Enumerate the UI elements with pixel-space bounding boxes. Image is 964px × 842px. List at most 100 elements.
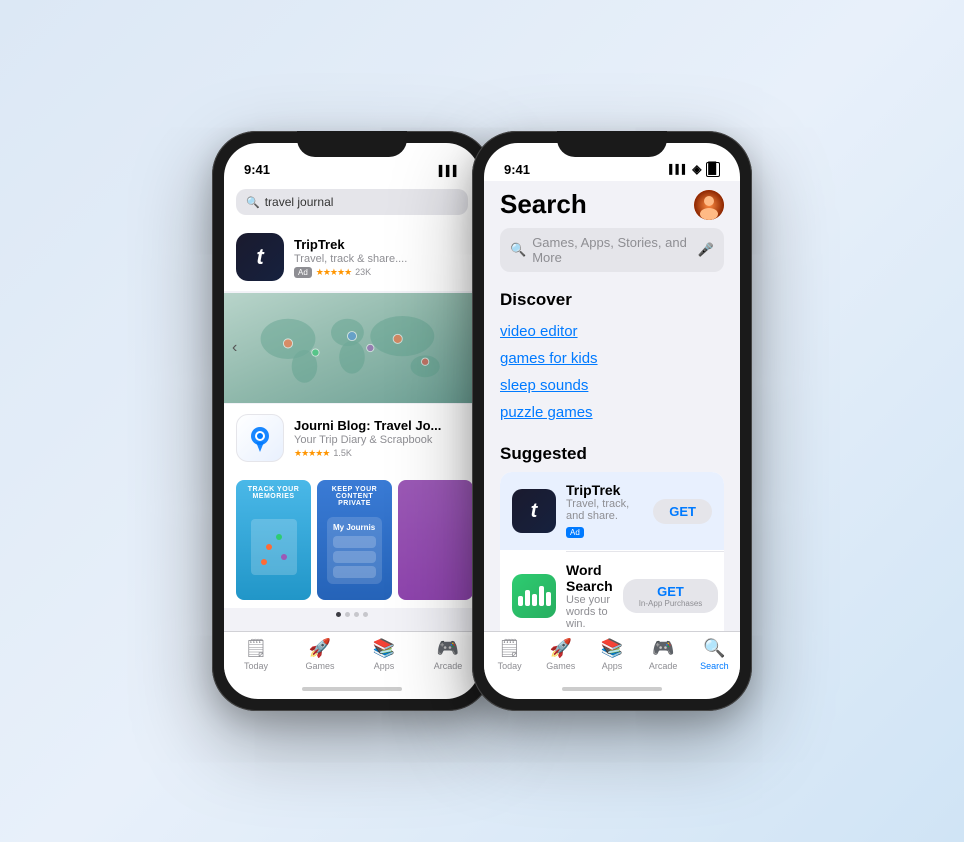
search-title-row: Search [500, 189, 724, 220]
search-bar-left[interactable]: 🔍 travel journal [236, 189, 468, 215]
home-indicator-left [302, 687, 402, 691]
journi-icon [236, 414, 284, 462]
time-right: 9:41 [504, 162, 530, 177]
bar-1 [518, 596, 523, 606]
journi-info: Journi Blog: Travel Jo... Your Trip Diar… [294, 418, 468, 459]
tab-search-icon-right: 🔍 [703, 638, 725, 659]
triptrek-sub-right: Travel, track, and share. [566, 498, 643, 522]
notch-left [297, 131, 407, 157]
left-phone-screen: 9:41 ▌▌▌ 🔍 travel journal [224, 143, 480, 699]
triptrek-icon-right: t [512, 489, 556, 533]
right-phone: 9:41 ▌▌▌ ◈ ▉ Search [472, 131, 752, 711]
map-area: ‹ [224, 293, 480, 403]
right-screen-content: Search [484, 181, 740, 631]
screenshot-2: KEEP YOUR CONTENT PRIVATE My Journis [317, 480, 392, 600]
discover-link-3[interactable]: puzzle games [500, 399, 724, 426]
get-btn-triptrek[interactable]: GET [653, 499, 712, 524]
signal-icon-left: ▌▌▌ [439, 166, 460, 177]
tab-games-icon-right: 🚀 [550, 638, 572, 659]
time-left: 9:41 [244, 162, 270, 177]
left-phone: 9:41 ▌▌▌ 🔍 travel journal [212, 131, 492, 711]
tab-games-left[interactable]: 🚀 Games [295, 638, 345, 671]
dot-1 [336, 612, 341, 617]
suggested-section: Suggested t TripTrek Travel, track, and … [484, 430, 740, 631]
tab-search-label-right: Search [700, 661, 729, 671]
search-page-header: Search [484, 181, 740, 276]
avatar-svg [694, 190, 724, 220]
triptrek-info-left: TripTrek Travel, track & share.... Ad ★★… [294, 237, 468, 278]
tab-arcade-icon-left: 🎮 [437, 638, 459, 659]
right-phone-screen: 9:41 ▌▌▌ ◈ ▉ Search [484, 143, 740, 699]
wordsearch-sub: Use your words to win. [566, 594, 613, 630]
tab-games-label-left: Games [305, 661, 334, 671]
tab-arcade-right[interactable]: 🎮 Arcade [638, 638, 688, 671]
tab-apps-label-right: Apps [602, 661, 623, 671]
journi-result[interactable]: Journi Blog: Travel Jo... Your Trip Diar… [224, 404, 480, 472]
screenshots-row: TRACK YOUR MEMORIES [224, 472, 480, 608]
tab-search-right[interactable]: 🔍 Search [689, 638, 739, 671]
triptrek-name-left: TripTrek [294, 237, 468, 252]
tab-today-label-left: Today [244, 661, 268, 671]
tab-arcade-label-right: Arcade [649, 661, 678, 671]
search-query: travel journal [265, 195, 334, 209]
tab-today-icon-left: 🗒 [245, 638, 268, 659]
screenshot-1: TRACK YOUR MEMORIES [236, 480, 311, 600]
tab-today-left[interactable]: 🗒 Today [231, 638, 281, 671]
left-screen-content: 🔍 travel journal t TripTrek Travel, trac… [224, 181, 480, 631]
suggested-wordsearch[interactable]: Word Search Use your words to win. GET I… [500, 552, 724, 632]
notch-right [557, 131, 667, 157]
dot-3 [354, 612, 359, 617]
wordsearch-bars [518, 586, 551, 606]
screenshot-label-2: KEEP YOUR CONTENT [321, 486, 388, 500]
search-icon-right: 🔍 [510, 242, 526, 258]
suggested-apps-container: t TripTrek Travel, track, and share. Ad … [500, 472, 724, 631]
discover-link-1[interactable]: games for kids [500, 345, 724, 372]
journi-stars: ★★★★★ [294, 448, 329, 459]
tab-today-right[interactable]: 🗒 Today [485, 638, 535, 671]
suggested-title: Suggested [500, 444, 724, 464]
bar-4 [539, 586, 544, 606]
stars-left: ★★★★★ [316, 267, 351, 278]
triptrek-icon-left: t [236, 233, 284, 281]
tab-games-icon-left: 🚀 [309, 638, 331, 659]
get-btn-wordsearch[interactable]: GET In-App Purchases [623, 579, 719, 613]
screenshot-label-1: TRACK YOUR [248, 486, 300, 493]
discover-link-0[interactable]: video editor [500, 318, 724, 345]
triptrek-name-right: TripTrek [566, 482, 643, 498]
tab-bar-right: 🗒 Today 🚀 Games 📚 Apps 🎮 Arcade 🔍 [484, 631, 740, 683]
journi-subtitle: Your Trip Diary & Scrapbook [294, 434, 468, 446]
tab-bar-left: 🗒 Today 🚀 Games 📚 Apps 🎮 Arcade [224, 631, 480, 683]
screenshots-dots [224, 608, 480, 621]
tab-apps-left[interactable]: 📚 Apps [359, 638, 409, 671]
discover-title: Discover [500, 290, 724, 310]
tab-games-label-right: Games [546, 661, 575, 671]
signal-icon-right: ▌▌▌ [669, 164, 688, 174]
search-bar-row: 🔍 travel journal [224, 181, 480, 223]
discover-section: Discover video editor games for kids sle… [484, 276, 740, 430]
triptrek-subtitle-left: Travel, track & share.... [294, 253, 468, 265]
screenshot-3 [398, 480, 473, 600]
status-icons-left: ▌▌▌ [439, 166, 460, 177]
tab-games-right[interactable]: 🚀 Games [536, 638, 586, 671]
screenshot-label-1b: MEMORIES [252, 493, 294, 500]
bar-3 [532, 594, 537, 606]
ad-badge-right: Ad [566, 527, 584, 538]
ad-result-card[interactable]: t TripTrek Travel, track & share.... Ad … [224, 223, 480, 291]
dot-4 [363, 612, 368, 617]
discover-link-2[interactable]: sleep sounds [500, 372, 724, 399]
avatar[interactable] [694, 190, 724, 220]
bar-2 [525, 590, 530, 606]
home-indicator-right [562, 687, 662, 691]
tab-apps-right[interactable]: 📚 Apps [587, 638, 637, 671]
phones-container: 9:41 ▌▌▌ 🔍 travel journal [212, 131, 752, 711]
tab-apps-label-left: Apps [374, 661, 395, 671]
tab-arcade-left[interactable]: 🎮 Arcade [423, 638, 473, 671]
tab-arcade-icon-right: 🎮 [652, 638, 674, 659]
battery-icon-right: ▉ [706, 162, 720, 177]
suggested-triptrek[interactable]: t TripTrek Travel, track, and share. Ad … [500, 472, 724, 550]
journi-pin-svg [246, 424, 274, 452]
tab-apps-icon-left: 📚 [373, 638, 395, 659]
tab-today-icon-right: 🗒 [498, 638, 521, 659]
search-page-title: Search [500, 189, 587, 220]
search-field-right[interactable]: 🔍 Games, Apps, Stories, and More 🎤 [500, 228, 724, 272]
